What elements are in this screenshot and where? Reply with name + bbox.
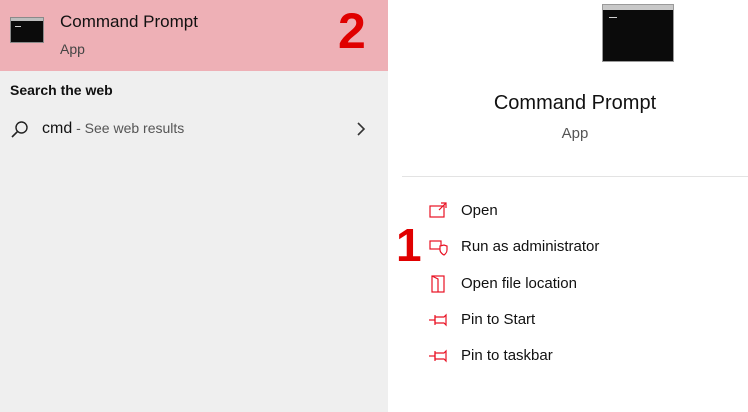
action-open-file-location-label: Open file location [461, 275, 577, 292]
folder-icon [431, 275, 445, 293]
best-match-subtitle: App [60, 41, 85, 57]
search-icon [11, 121, 28, 138]
best-match-result[interactable]: Command Prompt App 2 [0, 0, 388, 71]
chevron-right-icon[interactable] [355, 122, 367, 136]
shield-icon [429, 240, 448, 256]
see-web-results-label: - See web results [72, 120, 185, 136]
action-pin-to-start-label: Pin to Start [461, 311, 536, 328]
open-icon [429, 202, 447, 218]
action-run-as-administrator[interactable]: Run as administrator [402, 231, 748, 263]
best-match-title: Command Prompt [60, 12, 198, 31]
query-term: cmd [42, 120, 73, 137]
pin-icon [429, 349, 447, 363]
detail-title: Command Prompt [493, 92, 657, 114]
divider [402, 176, 748, 177]
command-prompt-large-icon [602, 4, 674, 62]
action-run-as-administrator-label: Run as administrator [461, 238, 600, 255]
action-open-file-location[interactable]: Open file location [402, 268, 748, 300]
app-detail-pane: Command Prompt App Open Run as administr… [402, 0, 748, 412]
action-open-label: Open [461, 202, 498, 219]
web-query-text: cmd - See web results [42, 120, 184, 138]
detail-subtitle: App [561, 125, 589, 142]
web-search-result[interactable]: cmd - See web results [0, 112, 388, 146]
action-pin-to-taskbar-label: Pin to taskbar [461, 347, 553, 364]
action-pin-to-start[interactable]: Pin to Start [402, 304, 748, 336]
action-open[interactable]: Open [402, 195, 748, 227]
annotation-number-1: 1 [396, 219, 422, 271]
search-web-heading: Search the web [10, 82, 113, 98]
search-results-pane: Command Prompt App 2 Search the web cmd … [0, 0, 388, 412]
action-pin-to-taskbar[interactable]: Pin to taskbar [402, 340, 748, 372]
command-prompt-icon [10, 17, 44, 43]
annotation-number-2: 2 [338, 3, 366, 59]
pin-icon [429, 313, 447, 327]
